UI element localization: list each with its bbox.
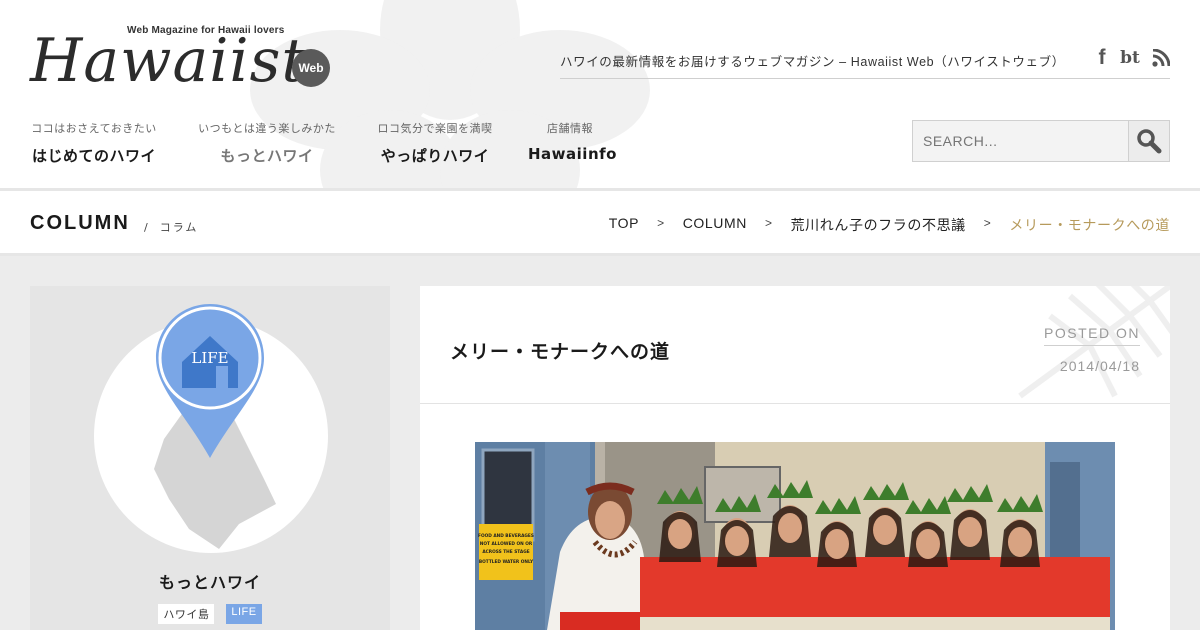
breadcrumb-separator: > xyxy=(983,216,992,230)
palm-leaf-graphic xyxy=(1018,286,1170,399)
rss-icon[interactable] xyxy=(1152,46,1170,70)
nav-item-motto[interactable]: いつもとは違う楽しみかた もっとハワイ xyxy=(196,120,338,166)
nav-item-label: もっとハワイ xyxy=(220,147,314,165)
section-subtitle: / コラム xyxy=(144,219,198,235)
article-title: メリー・モナークへの道 xyxy=(450,341,671,363)
facebook-icon[interactable]: f xyxy=(1094,46,1110,70)
bt-icon[interactable]: bt xyxy=(1119,46,1141,70)
breadcrumb-current: メリー・モナークへの道 xyxy=(1009,217,1170,233)
section-title: COLUMN xyxy=(30,212,130,234)
search-button[interactable] xyxy=(1128,120,1170,162)
nav-item-hawaiinfo[interactable]: 店舗情報 Hawaiinfo xyxy=(528,120,617,163)
breadcrumb-separator: > xyxy=(657,216,665,230)
category-title: もっとハワイ xyxy=(158,573,261,592)
section-header-bar: COLUMN / コラム TOP > COLUMN > 荒川れん子のフラの不思議 … xyxy=(0,188,1200,256)
photo-sign-line-2: NOT ALLOWED ON OR xyxy=(480,541,533,547)
posted-date: 2014/04/18 xyxy=(1059,358,1140,374)
nav-item-sub: 店舗情報 xyxy=(547,123,593,135)
section-separator: / xyxy=(144,221,150,234)
nav-item-sub: いつもとは違う楽しみかた xyxy=(198,123,336,135)
site-description: ハワイの最新情報をお届けするウェブマガジン – Hawaiist Web（ハワイ… xyxy=(560,55,1065,69)
breadcrumb-category[interactable]: 荒川れん子のフラの不思議 xyxy=(791,215,966,235)
breadcrumb-separator: > xyxy=(764,216,773,230)
logo-web-badge: Web xyxy=(292,49,330,87)
nav-item-label: やっぱりハワイ xyxy=(380,147,490,165)
tag-place[interactable]: ハワイ島 xyxy=(158,604,215,624)
photo-sign-line-3: ACROSS THE STAGE xyxy=(482,549,529,555)
article-photo: FOOD AND BEVERAGES NOT ALLOWED ON OR ACR… xyxy=(475,442,1115,630)
nav-item-label: Hawaiinfo xyxy=(528,145,617,163)
tag-category[interactable]: LIFE xyxy=(226,604,262,624)
map-pin-icon: LIFE xyxy=(156,304,264,458)
tag-list: ハワイ島 LIFE xyxy=(30,604,390,624)
nav-item-sub: ロコ気分で楽園を満喫 xyxy=(377,123,493,135)
section-subtitle-text: コラム xyxy=(159,221,199,234)
breadcrumb: TOP > COLUMN > 荒川れん子のフラの不思議 > メリー・モナークへの… xyxy=(609,215,1170,235)
posted-on-label: POSTED ON xyxy=(1044,325,1140,346)
site-header: Web Magazine for Hawaii lovers Hawaiist … xyxy=(0,0,1200,188)
nav-item-hajimete[interactable]: ココはおさえておきたい はじめてのハワイ xyxy=(30,120,158,166)
search-input[interactable] xyxy=(912,120,1129,162)
category-card[interactable]: LIFE もっとハワイ ハワイ島 LIFE xyxy=(30,286,390,630)
breadcrumb-column[interactable]: COLUMN xyxy=(683,215,747,235)
header-divider xyxy=(560,78,1170,79)
search-icon xyxy=(1137,129,1162,154)
photo-sign-line-1: FOOD AND BEVERAGES xyxy=(478,533,534,539)
nav-item-sub: ココはおさえておきたい xyxy=(31,123,157,135)
nav-item-label: はじめてのハワイ xyxy=(31,147,156,165)
breadcrumb-top[interactable]: TOP xyxy=(609,215,639,235)
article: メリー・モナークへの道 POSTED ON 2014/04/18 FOOD AN… xyxy=(420,286,1170,630)
photo-sign-line-4: BOTTLED WATER ONLY xyxy=(479,559,534,565)
nav-item-yappari[interactable]: ロコ気分で楽園を満喫 やっぱりハワイ xyxy=(375,120,495,166)
site-logo[interactable]: Hawaiist xyxy=(30,26,307,96)
article-header: メリー・モナークへの道 POSTED ON 2014/04/18 xyxy=(420,286,1170,404)
pin-label: LIFE xyxy=(191,349,228,367)
